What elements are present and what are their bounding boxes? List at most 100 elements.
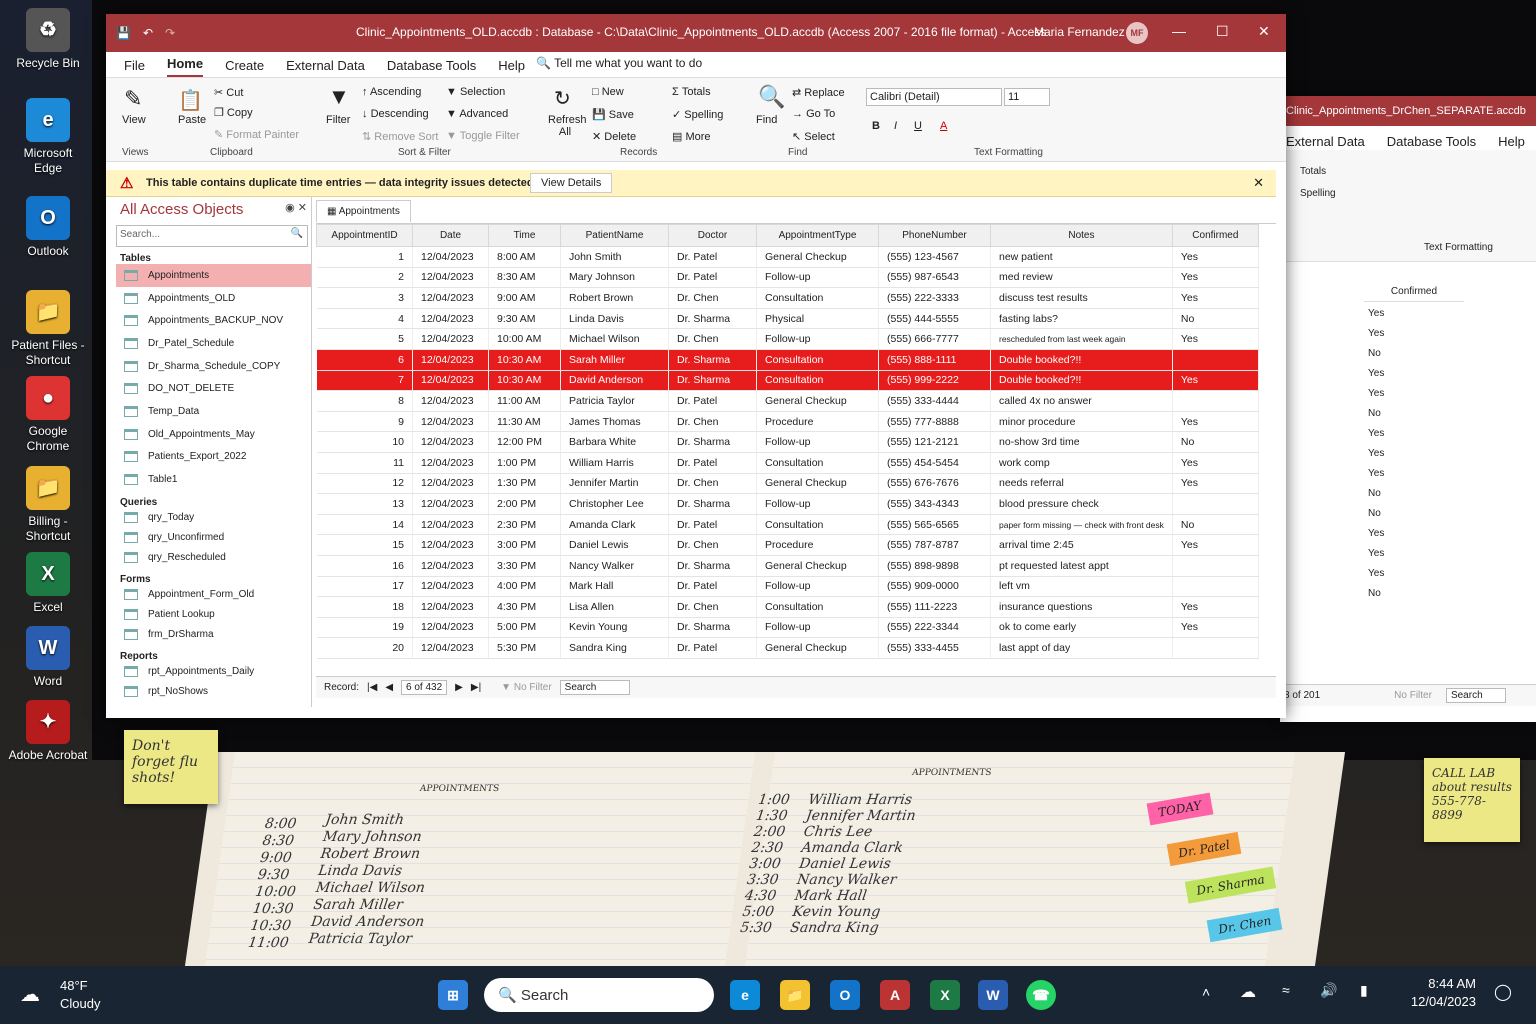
table-cell[interactable]: Dr. Chen xyxy=(668,287,757,309)
table-cell[interactable]: 12/04/2023 xyxy=(412,287,489,309)
confirmed-value[interactable]: Yes xyxy=(1368,548,1462,559)
table-cell[interactable]: last appt of day xyxy=(990,637,1173,659)
table-cell[interactable]: fasting labs? xyxy=(990,308,1173,330)
save-icon[interactable]: 💾 xyxy=(116,26,131,40)
table-cell[interactable]: (555) 909-0000 xyxy=(878,576,991,598)
nav-item[interactable]: Dr_Sharma_Schedule_COPY xyxy=(116,355,311,378)
excel-icon[interactable]: X xyxy=(930,980,960,1010)
table-cell[interactable]: Dr. Chen xyxy=(668,596,757,618)
record-search[interactable]: Search xyxy=(1445,688,1506,703)
table-row[interactable]: 16 12/04/2023 3:30 PM Nancy Walker Dr. Sharm… xyxy=(316,555,1259,577)
desktop-icon-8[interactable]: ✦ Adobe Acrobat xyxy=(8,700,88,763)
table-cell[interactable]: 9:00 AM xyxy=(488,287,561,309)
table-cell[interactable]: discuss test results xyxy=(990,287,1173,309)
table-cell[interactable]: Follow-up xyxy=(756,431,879,453)
confirmed-value[interactable]: Yes xyxy=(1368,428,1462,439)
table-cell[interactable]: 15 xyxy=(316,534,413,556)
table-cell[interactable]: Mary Johnson xyxy=(560,267,669,289)
table-cell[interactable]: 8 xyxy=(316,390,413,412)
menu-create[interactable]: Create xyxy=(225,58,264,77)
table-cell[interactable]: Michael Wilson xyxy=(560,328,669,350)
toggle-filter-button[interactable]: ▼ Toggle Filter xyxy=(446,130,520,142)
confirmed-value[interactable]: Yes xyxy=(1368,528,1462,539)
table-cell[interactable]: 12/04/2023 xyxy=(412,493,489,515)
confirmed-value[interactable]: No xyxy=(1368,348,1462,359)
nav-item[interactable]: Appointment_Form_Old xyxy=(116,585,311,605)
desktop-icon-2[interactable]: O Outlook xyxy=(8,196,88,259)
more-button[interactable]: ▤ More xyxy=(672,130,711,143)
table-cell[interactable]: (555) 999-2222 xyxy=(878,370,991,392)
table-cell[interactable]: (555) 222-3344 xyxy=(878,617,991,639)
table-cell[interactable]: 12/04/2023 xyxy=(412,370,489,392)
nav-item[interactable]: DO_NOT_DELETE xyxy=(116,377,311,400)
nav-item[interactable]: rpt_Appointments_Daily xyxy=(116,662,311,682)
temperature[interactable]: 48°F xyxy=(60,978,88,993)
table-cell[interactable]: Consultation xyxy=(756,370,879,392)
table-cell[interactable]: Yes xyxy=(1172,287,1259,309)
table-cell[interactable]: 1:30 PM xyxy=(488,473,561,495)
table-cell[interactable]: 16 xyxy=(316,555,413,577)
start-icon[interactable]: ⊞ xyxy=(438,980,468,1010)
avatar[interactable]: MF xyxy=(1126,22,1148,44)
table-cell[interactable]: Dr. Chen xyxy=(668,328,757,350)
table-row[interactable]: 20 12/04/2023 5:30 PM Sandra King Dr. Patel G… xyxy=(316,637,1259,659)
table-cell[interactable]: 12/04/2023 xyxy=(412,246,489,268)
table-cell[interactable]: Yes xyxy=(1172,328,1259,350)
confirmed-value[interactable]: Yes xyxy=(1368,568,1462,579)
table-cell[interactable]: 13 xyxy=(316,493,413,515)
table-cell[interactable]: 10:00 AM xyxy=(488,328,561,350)
find-button[interactable]: Find xyxy=(756,114,777,126)
table-cell[interactable]: 12/04/2023 xyxy=(412,452,489,474)
close-warning-icon[interactable]: ✕ xyxy=(1253,175,1264,191)
table-cell[interactable]: 10 xyxy=(316,431,413,453)
view-icon[interactable]: ✎ xyxy=(124,86,142,112)
underline-button[interactable]: U xyxy=(914,120,922,132)
table-cell[interactable]: Dr. Patel xyxy=(668,637,757,659)
table-row[interactable]: 15 12/04/2023 3:00 PM Daniel Lewis Dr. Chen P… xyxy=(316,534,1259,556)
table-cell[interactable]: (555) 898-9898 xyxy=(878,555,991,577)
table-cell[interactable]: 3:00 PM xyxy=(488,534,561,556)
table-cell[interactable]: Jennifer Martin xyxy=(560,473,669,495)
maximize-icon[interactable]: ☐ xyxy=(1216,23,1229,40)
nav-title[interactable]: All Access Objects ◉ ✕ xyxy=(116,197,311,221)
table-cell[interactable]: Barbara White xyxy=(560,431,669,453)
nav-item[interactable]: Table1 xyxy=(116,468,311,491)
desktop-icon-0[interactable]: ♻ Recycle Bin xyxy=(8,8,88,71)
nav-item[interactable]: Appointments_BACKUP_NOV xyxy=(116,309,311,332)
table-cell[interactable]: (555) 333-4455 xyxy=(878,637,991,659)
table-cell[interactable]: Yes xyxy=(1172,246,1259,268)
confirmed-value[interactable]: No xyxy=(1368,588,1462,599)
table-cell[interactable]: 1:00 PM xyxy=(488,452,561,474)
file-explorer-icon[interactable]: 📁 xyxy=(780,980,810,1010)
table-cell[interactable]: Yes xyxy=(1172,617,1259,639)
table-cell[interactable]: 8:30 AM xyxy=(488,267,561,289)
table-cell[interactable]: 10:30 AM xyxy=(488,349,561,371)
table-cell[interactable]: Follow-up xyxy=(756,576,879,598)
view-details-button[interactable]: View Details xyxy=(530,173,613,193)
table-cell[interactable]: 11 xyxy=(316,452,413,474)
refresh-icon[interactable]: ↻ xyxy=(554,86,571,111)
chevron-up-icon[interactable]: ˄ xyxy=(1202,984,1210,1000)
table-cell[interactable]: (555) 121-2121 xyxy=(878,431,991,453)
format-painter-button[interactable]: ✎ Format Painter xyxy=(214,128,299,141)
selection-button[interactable]: ▼ Selection xyxy=(446,86,505,98)
undo-icon[interactable]: ↶ xyxy=(143,26,153,40)
table-cell[interactable]: Daniel Lewis xyxy=(560,534,669,556)
table-cell[interactable]: 1 xyxy=(316,246,413,268)
column-header[interactable]: Time xyxy=(488,224,561,247)
font-color-button[interactable]: A xyxy=(940,120,947,132)
record-position[interactable]: 6 of 432 xyxy=(401,680,448,695)
table-cell[interactable]: insurance questions xyxy=(990,596,1173,618)
table-cell[interactable]: General Checkup xyxy=(756,390,879,412)
menu-external-data[interactable]: External Data xyxy=(1286,134,1365,149)
table-cell[interactable]: No xyxy=(1172,431,1259,453)
table-cell[interactable]: Nancy Walker xyxy=(560,555,669,577)
table-row[interactable]: 8 12/04/2023 11:00 AM Patricia Taylor Dr. Pa… xyxy=(316,390,1259,412)
access-window[interactable]: 💾 ↶ ↷ Clinic_Appointments_OLD.accdb : Da… xyxy=(106,14,1286,718)
table-cell[interactable]: James Thomas xyxy=(560,411,669,433)
table-cell[interactable]: Dr. Sharma xyxy=(668,349,757,371)
table-cell[interactable]: Christopher Lee xyxy=(560,493,669,515)
select-button[interactable]: ↖ Select xyxy=(792,130,835,143)
table-cell[interactable] xyxy=(1172,493,1259,515)
table-cell[interactable]: 11:00 AM xyxy=(488,390,561,412)
